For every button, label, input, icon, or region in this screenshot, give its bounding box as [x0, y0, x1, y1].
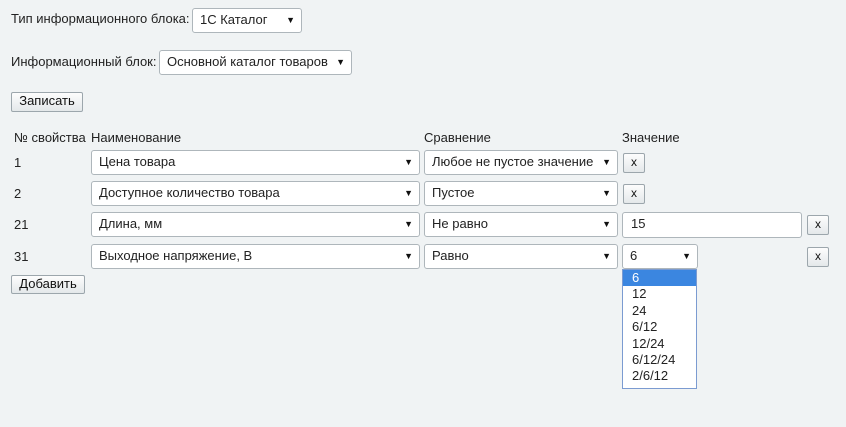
name-value: Цена товара [99, 154, 176, 169]
dropdown-arrow-icon: ▼ [602, 251, 611, 261]
dropdown-option[interactable]: 6/12 [623, 319, 696, 335]
value-select-value: 6 [630, 248, 638, 263]
header-value: Значение [622, 130, 680, 145]
value-dropdown-list: 6 12 24 6/12 12/24 6/12/24 2/6/12 [622, 269, 697, 389]
save-button[interactable]: Записать [11, 92, 83, 112]
block-value: Основной каталог товаров [167, 54, 328, 69]
block-select[interactable]: Основной каталог товаров ▼ [159, 50, 352, 75]
remove-icon[interactable]: x [807, 215, 829, 235]
name-value: Доступное количество товара [99, 185, 280, 200]
dropdown-arrow-icon: ▼ [602, 219, 611, 229]
block-label: Информационный блок: [11, 54, 157, 69]
name-value: Выходное напряжение, В [99, 248, 253, 263]
value-input[interactable]: 15 [622, 212, 802, 238]
row-prop-num: 2 [14, 186, 22, 201]
header-compare: Сравнение [424, 130, 491, 145]
name-select[interactable]: Доступное количество товара ▼ [91, 181, 420, 206]
dropdown-option[interactable]: 12 [623, 286, 696, 302]
compare-select[interactable]: Не равно ▼ [424, 212, 618, 237]
remove-icon[interactable]: x [623, 184, 645, 204]
compare-select[interactable]: Любое не пустое значение ▼ [424, 150, 618, 175]
remove-icon[interactable]: x [623, 153, 645, 173]
dropdown-arrow-icon: ▼ [336, 57, 345, 67]
row-prop-num: 31 [14, 249, 29, 264]
compare-select[interactable]: Равно ▼ [424, 244, 618, 269]
header-prop-num: № свойства [14, 130, 86, 145]
dropdown-arrow-icon: ▼ [602, 157, 611, 167]
compare-value: Любое не пустое значение [432, 154, 594, 169]
dropdown-arrow-icon: ▼ [602, 188, 611, 198]
name-value: Длина, мм [99, 216, 163, 231]
value-select[interactable]: 6 ▼ [622, 244, 698, 269]
dropdown-option[interactable]: 6 [623, 270, 696, 287]
dropdown-option[interactable]: 24 [623, 303, 696, 319]
dropdown-arrow-icon: ▼ [404, 188, 413, 198]
compare-value: Пустое [432, 185, 475, 200]
dropdown-arrow-icon: ▼ [404, 251, 413, 261]
block-type-label: Тип информационного блока: [11, 11, 190, 26]
dropdown-option[interactable]: 2/6/12 [623, 368, 696, 384]
name-select[interactable]: Выходное напряжение, В ▼ [91, 244, 420, 269]
dropdown-arrow-icon: ▼ [286, 15, 295, 25]
dropdown-arrow-icon: ▼ [404, 219, 413, 229]
compare-value: Не равно [432, 216, 489, 231]
dropdown-arrow-icon: ▼ [682, 251, 691, 261]
row-prop-num: 21 [14, 217, 29, 232]
name-select[interactable]: Длина, мм ▼ [91, 212, 420, 237]
compare-select[interactable]: Пустое ▼ [424, 181, 618, 206]
dropdown-arrow-icon: ▼ [404, 157, 413, 167]
block-type-value: 1С Каталог [200, 12, 268, 27]
compare-value: Равно [432, 248, 469, 263]
add-button[interactable]: Добавить [11, 275, 85, 294]
row-prop-num: 1 [14, 155, 22, 170]
name-select[interactable]: Цена товара ▼ [91, 150, 420, 175]
remove-icon[interactable]: x [807, 247, 829, 267]
header-name: Наименование [91, 130, 182, 145]
dropdown-option[interactable]: 12/24 [623, 336, 696, 352]
dropdown-option[interactable]: 6/12/24 [623, 352, 696, 368]
block-type-select[interactable]: 1С Каталог ▼ [192, 8, 302, 33]
